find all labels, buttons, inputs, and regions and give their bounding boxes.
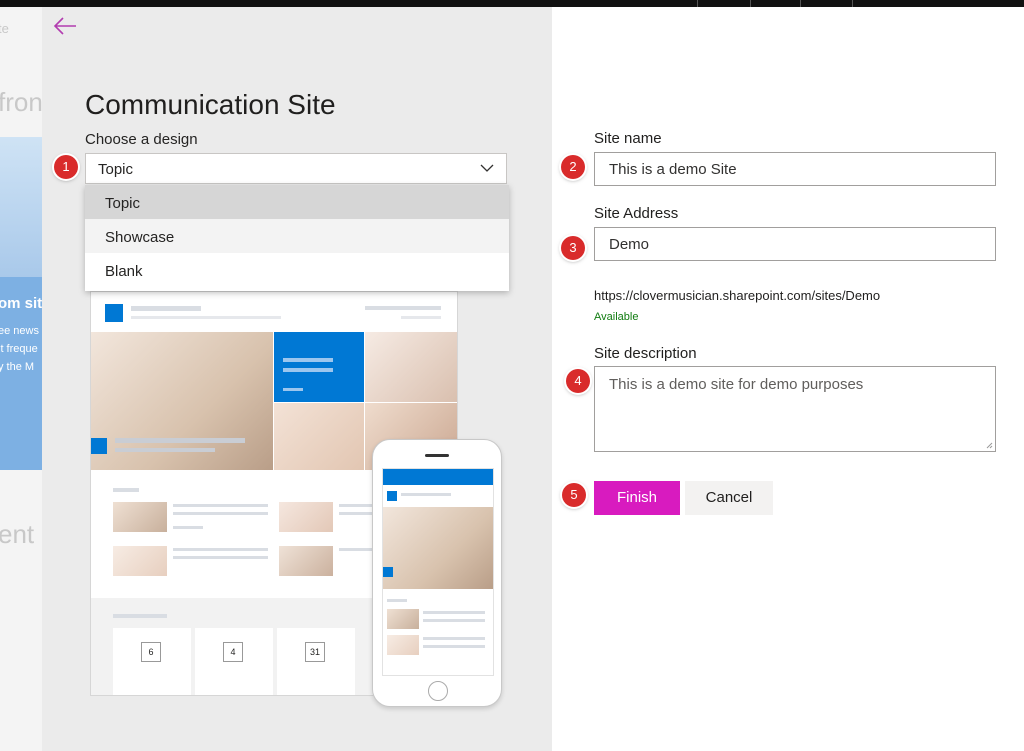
preview-blue-tile bbox=[274, 332, 364, 402]
top-bar-divider bbox=[697, 0, 698, 7]
step-badge: 2 bbox=[561, 155, 585, 179]
preview-accent bbox=[91, 438, 107, 454]
top-bar-divider bbox=[852, 0, 853, 7]
preview-news-image bbox=[279, 502, 333, 532]
design-panel: Communication Site Choose a design Topic bbox=[42, 7, 552, 751]
site-address-label: Site Address bbox=[594, 205, 679, 222]
step-badge: 3 bbox=[561, 236, 585, 260]
phone-news-image bbox=[387, 635, 419, 655]
availability-status: Available bbox=[594, 311, 639, 323]
site-address-value: Demo bbox=[609, 236, 650, 253]
preview-news-image bbox=[113, 502, 167, 532]
site-address-field[interactable]: Demo bbox=[594, 227, 996, 261]
preview-line bbox=[365, 306, 441, 310]
background-card-image bbox=[0, 137, 42, 277]
top-bar-divider bbox=[800, 0, 801, 7]
preview-line bbox=[115, 438, 245, 443]
top-bar bbox=[0, 0, 1024, 7]
bg-text: om sit bbox=[0, 295, 42, 312]
site-name-field[interactable]: This is a demo Site bbox=[594, 152, 996, 186]
preview-line bbox=[113, 614, 167, 618]
step-badge: 1 bbox=[54, 155, 78, 179]
preview-line bbox=[423, 619, 485, 622]
design-option-topic[interactable]: Topic bbox=[85, 185, 509, 219]
site-description-value: This is a demo site for demo purposes bbox=[609, 376, 864, 393]
site-description-label: Site description bbox=[594, 345, 697, 362]
phone-speaker bbox=[425, 454, 449, 457]
preview-event-date: 6 bbox=[141, 642, 161, 662]
preview-tile-image bbox=[274, 403, 364, 470]
bg-text: it freque bbox=[0, 343, 38, 355]
step-badge: 5 bbox=[562, 483, 586, 507]
design-dropdown-list: Topic Showcase Blank bbox=[85, 185, 509, 291]
bg-text: fron bbox=[0, 87, 42, 117]
chevron-down-icon bbox=[480, 164, 494, 172]
site-name-label: Site name bbox=[594, 130, 662, 147]
preview-tile-image bbox=[365, 332, 457, 402]
preview-news-image bbox=[279, 546, 333, 576]
step-badge: 4 bbox=[566, 369, 590, 393]
bg-text: ent s bbox=[0, 519, 42, 549]
preview-line bbox=[423, 637, 485, 640]
preview-line bbox=[401, 316, 441, 319]
preview-line bbox=[113, 488, 139, 492]
bg-text: te bbox=[0, 21, 9, 36]
choose-design-label: Choose a design bbox=[85, 131, 198, 148]
preview-event-date: 4 bbox=[223, 642, 243, 662]
phone-preview-image bbox=[372, 439, 502, 707]
preview-line bbox=[173, 504, 268, 507]
design-option-showcase[interactable]: Showcase bbox=[85, 219, 509, 253]
preview-line bbox=[131, 316, 281, 319]
bg-text: ee news bbox=[0, 325, 39, 337]
preview-event-card bbox=[277, 628, 355, 695]
phone-logo bbox=[387, 491, 397, 501]
preview-event-date: 31 bbox=[305, 642, 325, 662]
page-title: Communication Site bbox=[85, 89, 336, 120]
phone-header bbox=[383, 469, 493, 485]
preview-line bbox=[115, 448, 215, 452]
preview-line bbox=[173, 526, 203, 529]
phone-news-image bbox=[387, 609, 419, 629]
preview-line bbox=[283, 368, 333, 372]
preview-line bbox=[423, 611, 485, 614]
preview-line bbox=[283, 358, 333, 362]
site-name-value: This is a demo Site bbox=[609, 161, 737, 178]
preview-line bbox=[131, 306, 201, 311]
preview-event-card bbox=[113, 628, 191, 695]
preview-line bbox=[283, 388, 303, 391]
phone-home-button bbox=[428, 681, 448, 701]
cancel-button[interactable]: Cancel bbox=[685, 481, 773, 515]
background-card: om sit ee news it freque y the M bbox=[0, 137, 42, 470]
bg-text: y the M bbox=[0, 361, 35, 373]
preview-line bbox=[173, 556, 268, 559]
design-select[interactable]: Topic bbox=[85, 153, 507, 184]
phone-screen bbox=[382, 468, 494, 676]
preview-line bbox=[423, 645, 485, 648]
phone-hero-image bbox=[383, 507, 493, 589]
phone-accent bbox=[383, 567, 393, 577]
preview-line bbox=[173, 548, 268, 551]
preview-line bbox=[387, 599, 407, 602]
preview-logo bbox=[105, 304, 123, 322]
resize-grip-icon[interactable] bbox=[986, 442, 993, 449]
design-option-blank[interactable]: Blank bbox=[85, 253, 509, 287]
site-url: https://clovermusician.sharepoint.com/si… bbox=[594, 288, 881, 303]
preview-event-card bbox=[195, 628, 273, 695]
preview-line bbox=[401, 493, 451, 496]
site-description-field[interactable]: This is a demo site for demo purposes bbox=[594, 366, 996, 452]
finish-button[interactable]: Finish bbox=[594, 481, 680, 515]
back-arrow-icon[interactable] bbox=[52, 15, 78, 37]
background-page: te fron om sit ee news it freque y the M… bbox=[0, 7, 42, 751]
preview-news-image bbox=[113, 546, 167, 576]
top-bar-divider bbox=[750, 0, 751, 7]
preview-line bbox=[173, 512, 268, 515]
design-select-value: Topic bbox=[98, 161, 134, 178]
